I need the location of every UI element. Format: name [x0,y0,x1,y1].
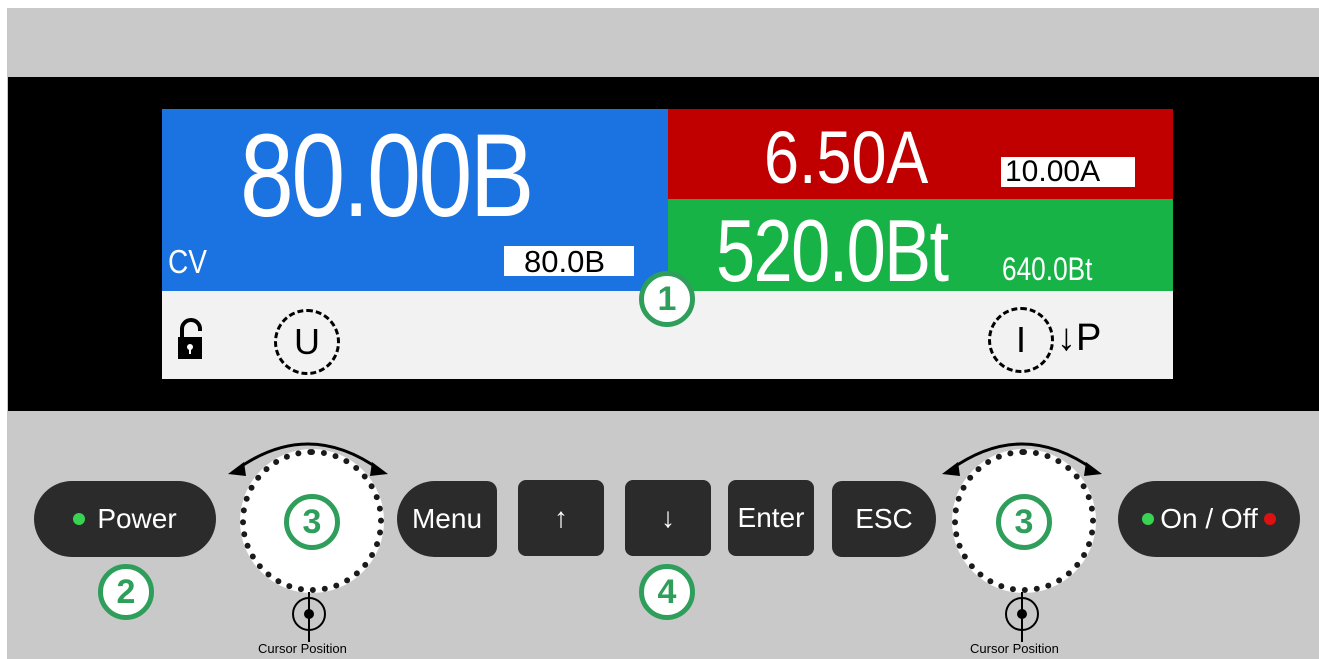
esc-button[interactable]: ESC [832,481,936,557]
up-button[interactable]: ↑ [518,480,604,556]
current-actual: 6.50A [764,116,929,199]
power-button[interactable]: Power [34,481,216,557]
voltage-actual: 80.00B [240,110,534,242]
on-off-button[interactable]: On / Off [1118,481,1300,557]
off-led-icon [1263,513,1276,525]
badge-power: 2 [98,564,154,620]
menu-button[interactable]: Menu [397,481,497,557]
down-button[interactable]: ↓ [625,480,711,556]
cursor-pointer-icon [1005,592,1039,642]
voltage-area[interactable]: 80.00B CV 80.0B [162,109,668,291]
current-knob-icon: I [988,307,1054,373]
on-led-icon [1142,513,1155,525]
voltage-setpoint[interactable]: 80.0B [504,246,634,277]
power-button-label: Power [97,503,177,534]
unlocked-icon[interactable] [176,317,206,361]
regulation-mode: CV [168,243,207,280]
cursor-position-label: Cursor Position [970,641,1059,656]
badge-arrows: 4 [639,564,695,620]
current-area[interactable]: 6.50A 10.00A [668,109,1173,199]
power-area[interactable]: 520.0Bt 640.0Bt [668,199,1173,295]
power-setpoint[interactable]: 640.0Bt [1002,251,1092,288]
lcd-display[interactable]: 80.00B CV 80.0B 6.50A 10.00A 520.0Bt 640… [162,109,1173,379]
voltage-knob-icon: U [274,309,340,375]
badge-knob-right: 3 [996,494,1052,550]
badge-display: 1 [639,271,695,327]
power-actual: 520.0Bt [716,201,949,300]
enter-button[interactable]: Enter [728,480,814,556]
power-knob-indicator: ↓P [1057,317,1102,359]
on-off-button-label: On / Off [1160,503,1258,534]
badge-knob-left: 3 [284,494,340,550]
cursor-position-label: Cursor Position [258,641,347,656]
power-led-icon [73,513,86,525]
cursor-pointer-icon [292,592,326,642]
current-setpoint[interactable]: 10.00A [1001,157,1135,187]
